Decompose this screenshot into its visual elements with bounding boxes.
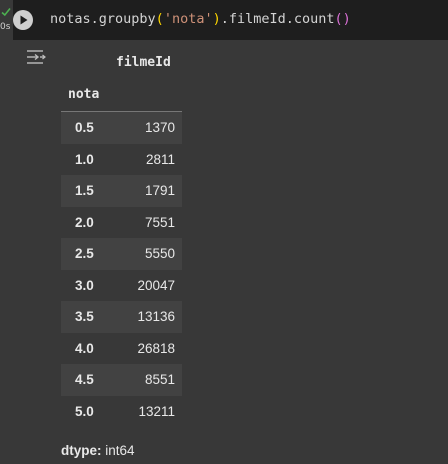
table-row: 3.0 20047 — [61, 269, 182, 301]
row-value: 2811 — [145, 151, 175, 167]
table-row: 1.5 1791 — [61, 175, 182, 207]
table-row: 4.5 8551 — [61, 364, 182, 396]
table-row: 4.0 26818 — [61, 332, 182, 364]
dtype-line: dtype: int64 — [61, 443, 135, 458]
execution-time: 0s — [0, 22, 11, 32]
table-row: 3.5 13136 — [61, 301, 182, 333]
code-token-paren: ( — [155, 11, 164, 27]
row-value: 26818 — [137, 340, 175, 356]
row-value: 8551 — [144, 372, 175, 387]
code-token: .filmeId.count — [220, 11, 335, 27]
row-index: 5.0 — [75, 403, 94, 419]
table-row: 2.0 7551 — [61, 206, 182, 238]
table-row: 0.5 1370 — [61, 112, 182, 144]
row-value: 20047 — [137, 277, 175, 293]
row-value: 13211 — [138, 403, 175, 419]
check-icon — [1, 8, 11, 17]
cell-gutter: 0s — [0, 0, 12, 40]
row-index: 4.0 — [75, 340, 94, 356]
row-index: 1.5 — [75, 183, 94, 198]
play-icon — [20, 15, 28, 25]
column-header: filmeId — [116, 55, 171, 70]
row-index: 3.5 — [75, 309, 94, 324]
notebook-page: 0s notas.groupby('nota').filmeId.count()… — [0, 0, 448, 464]
row-value: 7551 — [144, 214, 175, 230]
table-row: 2.5 5550 — [61, 238, 182, 270]
table-row: 1.0 2811 — [61, 143, 182, 175]
row-index: 1.0 — [75, 151, 94, 167]
series-rows: 0.5 1370 1.0 2811 1.5 1791 2.0 7551 2.5 5550 3.0 20… — [61, 112, 182, 427]
code-token: notas.groupby — [50, 11, 156, 27]
code-token-paren: ) — [212, 11, 221, 27]
row-value: 1791 — [144, 183, 175, 198]
row-index: 2.0 — [75, 214, 94, 230]
row-value: 5550 — [144, 246, 175, 261]
run-cell-button[interactable] — [13, 10, 33, 30]
row-index: 4.5 — [75, 372, 94, 387]
row-index: 2.5 — [75, 246, 94, 261]
index-header: nota — [68, 87, 100, 102]
dtype-value: int64 — [105, 443, 135, 458]
output-actions-icon[interactable] — [26, 48, 46, 66]
table-row: 5.0 13211 — [61, 395, 182, 427]
dtype-label: dtype: — [61, 443, 102, 458]
row-value: 13136 — [137, 309, 175, 324]
code-line[interactable]: notas.groupby('nota').filmeId.count() — [50, 11, 351, 27]
row-value: 1370 — [144, 120, 175, 135]
row-index: 0.5 — [75, 120, 94, 135]
code-token-paren: () — [334, 11, 351, 27]
code-token-string: 'nota' — [163, 11, 213, 27]
row-index: 3.0 — [75, 277, 94, 293]
